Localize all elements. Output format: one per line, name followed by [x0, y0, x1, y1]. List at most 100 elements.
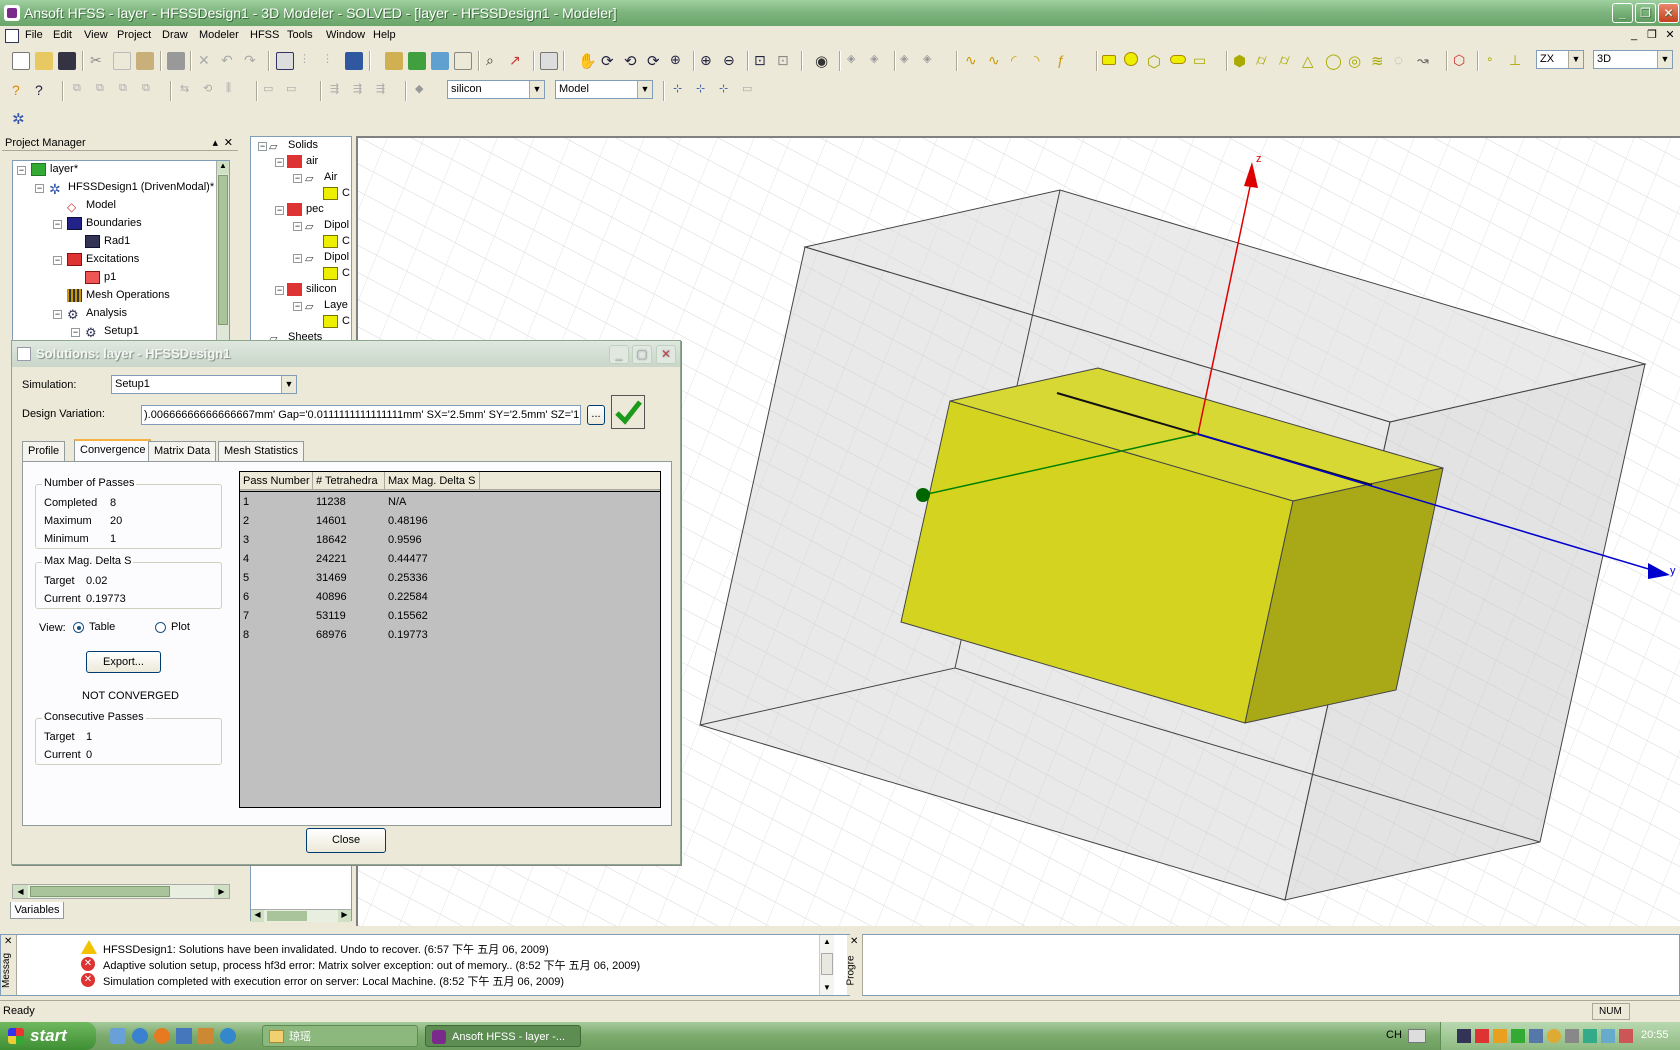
chevron-down-icon[interactable]: ▼ [529, 81, 544, 98]
assign-material-icon[interactable]: ◆ [415, 82, 433, 100]
move-icon[interactable]: ⇆ [180, 82, 198, 100]
table-row[interactable]: 1 11238 N/A [240, 493, 660, 512]
column-header-pass-number[interactable]: Pass Number [240, 472, 313, 490]
collapse-toggle[interactable]: − [258, 142, 267, 151]
sweep-icon[interactable]: ▭ [263, 82, 281, 100]
internet-explorer-icon[interactable] [132, 1028, 148, 1044]
hfss-app-icon[interactable] [4, 5, 20, 21]
tab-mesh-statistics[interactable]: Mesh Statistics [218, 441, 304, 461]
mdi-minimize-button[interactable]: _ [1626, 28, 1642, 43]
orbit-icon[interactable]: ⟳ [647, 52, 665, 70]
tab-matrix-data[interactable]: Matrix Data [148, 441, 217, 461]
draw-arc-icon[interactable]: ◜ [1011, 52, 1029, 70]
plane-combo[interactable]: ZX ▼ [1536, 50, 1584, 69]
draw-bondwire-icon[interactable]: ↝ [1417, 52, 1435, 70]
rotate-icon[interactable]: ⟳ [601, 52, 619, 70]
menu-help[interactable]: Help [373, 29, 396, 41]
close-icon[interactable]: ✕ [850, 936, 858, 947]
export-button[interactable]: Export... [86, 651, 161, 673]
close-icon[interactable]: ✕ [224, 136, 233, 150]
view-table-radio[interactable] [73, 622, 84, 633]
draw-circle-icon[interactable] [1124, 52, 1138, 66]
mirror-icon[interactable]: ⫼ [226, 82, 244, 100]
pan-hand-icon[interactable]: ✋ [578, 52, 597, 70]
project-icon[interactable]: ⋮ [299, 52, 317, 70]
print-icon[interactable] [167, 52, 185, 70]
paste-icon[interactable] [136, 52, 154, 70]
chevron-down-icon[interactable]: ▼ [281, 376, 296, 393]
history-item-air-material[interactable]: air [287, 153, 318, 169]
draw-ellipse-icon[interactable] [1170, 55, 1186, 64]
tree-item-boundaries[interactable]: Boundaries [67, 215, 142, 231]
draw-cylinder-icon[interactable]: ⌭ [1256, 52, 1274, 70]
history-hscrollbar[interactable]: ◀ ▶ [251, 909, 351, 922]
restore-button[interactable]: ❐ [1635, 3, 1656, 23]
draw-spiral-icon[interactable]: ◌ [1394, 52, 1412, 70]
start-button[interactable]: start [0, 1022, 96, 1050]
grid-icon[interactable]: ▭ [742, 82, 760, 100]
chevron-down-icon[interactable]: ▼ [1657, 51, 1672, 68]
insert-hfss-design-icon[interactable] [345, 52, 363, 70]
history-item-pec-material[interactable]: pec [287, 201, 324, 217]
taskbar-item-folder[interactable]: 琼瑶 [262, 1025, 418, 1047]
validate-icon[interactable] [385, 52, 403, 70]
tray-app-icon[interactable] [1583, 1029, 1597, 1043]
view-plot-radio[interactable] [155, 622, 166, 633]
message-line-3[interactable]: Simulation completed with execution erro… [103, 973, 564, 989]
tree-item-mesh-operations[interactable]: Mesh Operations [67, 287, 170, 303]
chevron-down-icon[interactable]: ▼ [637, 81, 652, 98]
tree-item-design[interactable]: ✲ HFSSDesign1 (DrivenModal)* [49, 179, 214, 197]
collapse-toggle[interactable]: − [53, 310, 62, 319]
scroll-left-icon[interactable]: ◀ [251, 910, 264, 922]
column-header-max-mag-delta-s[interactable]: Max Mag. Delta S [385, 472, 480, 490]
draw-cone-icon[interactable]: △ [1302, 52, 1320, 70]
tray-app-icon[interactable] [1619, 1029, 1633, 1043]
tree-item-port-p1[interactable]: p1 [85, 269, 116, 285]
history-item-create[interactable]: C [323, 233, 350, 249]
tree-item-project[interactable]: layer* [31, 161, 78, 177]
tab-profile[interactable]: Profile [22, 441, 66, 461]
tray-app-icon[interactable] [1565, 1029, 1579, 1043]
menu-hfss[interactable]: HFSS [250, 29, 279, 41]
hfss-design-icon[interactable]: ✲ [12, 110, 30, 128]
tree-item-excitations[interactable]: Excitations [67, 251, 139, 267]
scroll-thumb[interactable] [218, 175, 228, 325]
table-row[interactable]: 7 53119 0.15562 [240, 607, 660, 626]
collapse-toggle[interactable]: − [35, 184, 44, 193]
progress-side-tab[interactable]: ✕ Progre [846, 935, 863, 995]
close-window-button[interactable]: ✕ [1658, 3, 1679, 23]
insert-design-icon[interactable]: ⋮ [322, 52, 340, 70]
relative-cs-icon[interactable]: ⊹ [673, 82, 691, 100]
menu-view[interactable]: View [84, 29, 108, 41]
draw-regular-polyhedron-icon[interactable]: ⌭ [1279, 52, 1297, 70]
analyze-icon[interactable] [408, 52, 426, 70]
history-item-silicon-material[interactable]: silicon [287, 281, 337, 297]
table-row[interactable]: 3 18642 0.9596 [240, 531, 660, 550]
cut-icon[interactable]: ✂ [90, 52, 108, 70]
close-button[interactable]: Close [306, 828, 386, 853]
duplicate-along-line-icon[interactable]: ⇶ [330, 82, 348, 100]
select-mode-icon[interactable] [276, 52, 294, 70]
duplicate-mirror-icon[interactable]: ⇶ [376, 82, 394, 100]
hide-icon[interactable]: ◈ [870, 52, 888, 70]
rotate-object-icon[interactable]: ⟲ [203, 82, 221, 100]
menu-modeler[interactable]: Modeler [199, 29, 239, 41]
menu-file[interactable]: File [25, 29, 43, 41]
history-item-dipole2[interactable]: ▱ Dipol [305, 249, 349, 265]
coordinate-system-icon[interactable]: ⊥ [1509, 52, 1527, 70]
tab-variables[interactable]: Variables [10, 902, 64, 919]
taskbar-item-hfss[interactable]: Ansoft HFSS - layer -... [425, 1025, 581, 1047]
help-topics-icon[interactable]: ? [12, 82, 30, 100]
zoom-out-icon[interactable]: ⊖ [723, 52, 741, 70]
simulation-select[interactable]: Setup1 ▼ [111, 375, 297, 394]
message-line-2[interactable]: Adaptive solution setup, process hf3d er… [103, 957, 640, 973]
copy-icon[interactable] [113, 52, 131, 70]
material-combo[interactable]: silicon ▼ [447, 80, 545, 99]
model-combo[interactable]: Model ▼ [555, 80, 653, 99]
view-plot-label[interactable]: Plot [171, 621, 190, 633]
unite-icon[interactable]: ⧉ [73, 82, 91, 100]
collapse-toggle[interactable]: − [293, 302, 302, 311]
draw-line-icon[interactable]: ∿ [965, 52, 983, 70]
hscroll-thumb[interactable] [267, 911, 307, 921]
undo-icon[interactable]: ↶ [221, 52, 239, 70]
